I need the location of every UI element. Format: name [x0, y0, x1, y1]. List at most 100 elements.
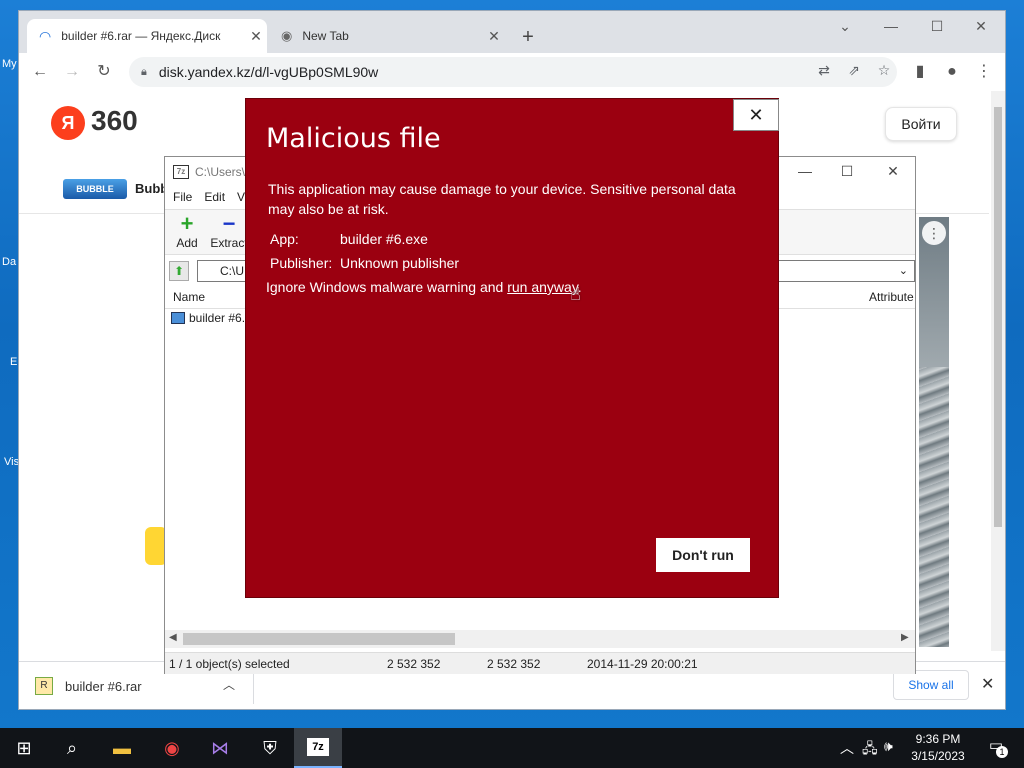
close-download-bar-icon[interactable]: ✕	[981, 674, 994, 694]
close-tab-icon[interactable]: ✕	[483, 28, 505, 45]
status-modified: 2014-11-29 20:00:21	[587, 657, 698, 671]
chevron-up-icon[interactable]: ︿	[223, 676, 235, 693]
clock[interactable]: 9:36 PM 3/15/2023	[906, 731, 970, 765]
forward-icon[interactable]: →	[59, 59, 85, 85]
status-size: 2 532 352	[387, 657, 441, 671]
more-options-icon[interactable]: ⋮	[922, 221, 946, 245]
run-anyway-link[interactable]: run anyway	[507, 279, 578, 295]
exe-file-icon	[171, 312, 185, 324]
tab-yandex-disk[interactable]: ◠ builder #6.rar — Яндекс.Диск ✕	[27, 19, 267, 53]
column-attributes[interactable]: Attribute	[869, 290, 914, 304]
clock-date: 3/15/2023	[911, 749, 965, 763]
show-all-button[interactable]: Show all	[893, 670, 969, 700]
scrollbar-thumb[interactable]	[183, 633, 455, 645]
malicious-file-dialog: ✕ Malicious file This application may ca…	[245, 98, 779, 598]
hand-cursor-icon: ☝	[570, 284, 581, 304]
ignore-text: Ignore Windows malware warning and	[266, 279, 508, 295]
menu-kebab-icon[interactable]: ⋮	[971, 59, 997, 85]
tab-title: New Tab	[302, 29, 349, 43]
profile-icon[interactable]: ●	[939, 59, 965, 85]
back-icon[interactable]: ←	[27, 59, 53, 85]
desktop-icon-label[interactable]: My	[2, 58, 17, 70]
minimize-button[interactable]: —	[871, 15, 911, 37]
new-tab-button[interactable]: +	[515, 25, 541, 51]
close-tab-icon[interactable]: ✕	[245, 28, 267, 45]
7zip-app-icon: 7z	[173, 165, 189, 179]
plus-icon: +	[180, 211, 194, 236]
window-title: C:\Users\	[195, 165, 246, 179]
windows-security-icon[interactable]: ⛨	[246, 728, 294, 768]
desktop-icon-label[interactable]: Da	[2, 256, 16, 268]
file-explorer-icon[interactable]: ▬	[98, 728, 146, 768]
tab-title: builder #6.rar — Яндекс.Диск	[61, 29, 221, 43]
bubble-logo: BUBBLE	[63, 179, 127, 199]
share-icon[interactable]: ⇗	[843, 62, 865, 79]
status-bar: 1 / 1 object(s) selected 2 532 352 2 532…	[165, 652, 915, 674]
folder-up-icon[interactable]: ⬆	[169, 261, 189, 281]
download-file-name: builder #6.rar	[65, 678, 142, 694]
chevron-down-icon[interactable]: ⌄	[899, 261, 908, 281]
path-text: C:\U	[220, 264, 244, 278]
publisher-row: Publisher: Unknown publisher	[270, 255, 459, 271]
maximize-button[interactable]: ☐	[917, 15, 957, 37]
menu-edit[interactable]: Edit	[204, 187, 225, 207]
network-icon[interactable]: 🖧︎	[862, 738, 878, 762]
horizontal-scrollbar[interactable]: ◀ ▶	[165, 630, 915, 648]
maximize-button[interactable]: ☐	[827, 163, 867, 180]
chrome-icon: ◉	[281, 28, 293, 43]
dialog-description: This application may cause damage to you…	[268, 181, 736, 217]
download-item[interactable]: R builder #6.rar	[35, 674, 142, 698]
add-label: Add	[176, 236, 198, 250]
app-value: builder #6.exe	[340, 231, 428, 247]
ignore-warning-text: Ignore Windows malware warning and run a…	[266, 279, 582, 295]
status-selection: 1 / 1 object(s) selected	[169, 657, 290, 671]
url-text: disk.yandex.kz/d/l-vgUBp0SML90w	[158, 64, 379, 80]
yandex-360-logo[interactable]: 360	[91, 105, 138, 137]
file-name: builder #6.	[189, 311, 246, 325]
close-window-button[interactable]: ✕	[961, 15, 1001, 37]
dont-run-button[interactable]: Don't run	[656, 538, 750, 572]
file-row[interactable]: builder #6.	[171, 311, 245, 325]
publisher-label: Publisher:	[270, 255, 333, 271]
desktop-icon-label[interactable]: E	[10, 356, 17, 368]
search-icon[interactable]: ⌕	[48, 728, 96, 768]
volume-icon[interactable]: 🕪︎	[884, 738, 893, 755]
app-label: App:	[270, 231, 299, 247]
tab-bar: ◠ builder #6.rar — Яндекс.Диск ✕ ◉ New T…	[19, 11, 1005, 53]
rar-file-icon: R	[35, 677, 53, 695]
taskbar: ⊞ ⌕ ▬ ◉ ⋈ ⛨ 7z ︿ 🖧︎ 🕪︎ 9:36 PM 3/15/2023…	[0, 728, 1024, 768]
close-dialog-button[interactable]: ✕	[733, 99, 779, 131]
desktop-icon-label[interactable]: Vis	[4, 456, 19, 468]
chrome-icon[interactable]: ◉	[148, 728, 196, 768]
menu-file[interactable]: File	[173, 187, 192, 207]
browser-toolbar: ← → ↻ 🔒︎ disk.yandex.kz/d/l-vgUBp0SML90w…	[19, 53, 1005, 91]
address-bar[interactable]: 🔒︎ disk.yandex.kz/d/l-vgUBp0SML90w ⇄ ⇗ ☆	[129, 57, 897, 87]
side-panel-icon[interactable]: ▮	[907, 59, 933, 85]
add-button[interactable]: + Add	[165, 211, 209, 251]
login-button[interactable]: Войти	[885, 107, 957, 141]
column-name[interactable]: Name	[173, 290, 205, 304]
notification-center-icon[interactable]: ▭ 1	[984, 736, 1008, 760]
tab-new-tab[interactable]: ◉ New Tab ✕	[267, 19, 505, 53]
minimize-button[interactable]: —	[785, 163, 825, 179]
publisher-value: Unknown publisher	[340, 255, 460, 271]
visual-studio-icon[interactable]: ⋈	[196, 728, 244, 768]
yandex-disk-icon: ◠	[39, 27, 52, 44]
tab-search-icon[interactable]: ⌄	[825, 15, 865, 37]
windows-start-icon[interactable]: ⊞	[0, 728, 48, 768]
status-packed-size: 2 532 352	[487, 657, 541, 671]
dialog-title: Malicious file	[266, 123, 441, 154]
close-button[interactable]: ✕	[873, 163, 913, 180]
show-hidden-icons-icon[interactable]: ︿	[840, 738, 854, 758]
7zip-taskbar-icon[interactable]: 7z	[294, 728, 342, 768]
reload-icon[interactable]: ↻	[91, 59, 117, 85]
7zip-icon: 7z	[307, 738, 329, 756]
scroll-left-icon[interactable]: ◀	[169, 632, 177, 643]
menu-view[interactable]: V	[237, 187, 245, 207]
bookmark-star-icon[interactable]: ☆	[873, 62, 895, 79]
page-scrollbar[interactable]	[991, 91, 1005, 651]
lock-icon[interactable]: 🔒︎	[141, 66, 147, 79]
scroll-right-icon[interactable]: ▶	[901, 632, 909, 643]
yandex-logo[interactable]: Я	[51, 106, 85, 140]
translate-icon[interactable]: ⇄	[813, 62, 835, 79]
